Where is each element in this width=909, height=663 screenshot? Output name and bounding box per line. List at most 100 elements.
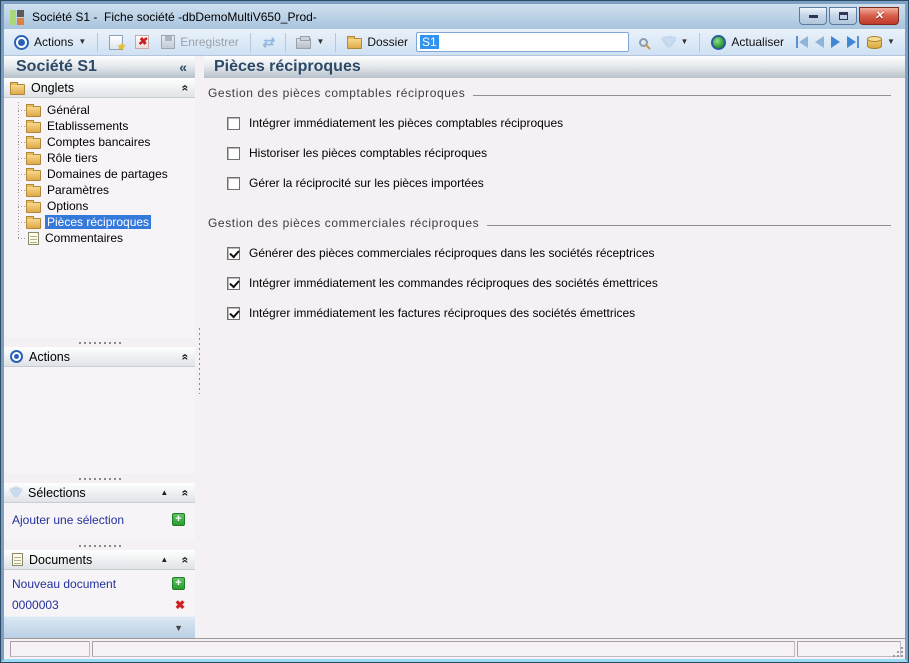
tabs-tree: Général Etablissements Comptes bancaires… bbox=[4, 98, 195, 338]
close-button[interactable]: ✕ bbox=[859, 7, 899, 25]
sidebar-item-etablissements[interactable]: Etablissements bbox=[14, 118, 195, 134]
first-record-icon bbox=[799, 36, 809, 48]
panel-onglets-label: Onglets bbox=[31, 80, 75, 95]
checkbox-gerer-reciprocite-importees[interactable] bbox=[227, 176, 240, 190]
chevron-down-icon: ▼ bbox=[680, 37, 689, 46]
panel-actions-label: Actions bbox=[29, 349, 70, 364]
next-record-button[interactable] bbox=[831, 36, 841, 48]
sidebar-item-parametres[interactable]: Paramètres bbox=[14, 182, 195, 198]
checkbox-integrer-pieces-comptables[interactable] bbox=[227, 116, 240, 130]
titlebar[interactable]: Société S1 - Fiche société -dbDemoMultiV… bbox=[4, 4, 905, 29]
folder-icon bbox=[26, 184, 41, 197]
last-record-button[interactable] bbox=[847, 36, 860, 48]
refresh-record-button[interactable]: ⇄ bbox=[258, 33, 278, 51]
database-button[interactable]: ▼ bbox=[863, 34, 899, 51]
checkbox-historiser-pieces-comptables[interactable] bbox=[227, 146, 240, 160]
sidebar-item-general[interactable]: Général bbox=[14, 102, 195, 118]
sidebar-item-role-tiers[interactable]: Rôle tiers bbox=[14, 150, 195, 166]
minimize-button[interactable] bbox=[799, 7, 827, 25]
minimize-icon bbox=[808, 14, 818, 18]
toolbar: Actions ▼ ✖ Enregistrer ⇄ ▼ Dossier S1 ▼ bbox=[4, 29, 905, 56]
sidebar-item-domaines-de-partages[interactable]: Domaines de partages bbox=[14, 166, 195, 182]
panel-drag-handle[interactable] bbox=[4, 541, 195, 550]
search-input[interactable]: S1 bbox=[416, 32, 629, 52]
sidebar: Société S1 « Onglets « Général Etablisse… bbox=[4, 56, 195, 638]
delete-document-button[interactable]: ✖ bbox=[175, 598, 185, 612]
add-selection-link[interactable]: Ajouter une sélection bbox=[12, 513, 172, 527]
delete-record-button[interactable]: ✖ bbox=[131, 33, 153, 51]
last-record-icon bbox=[847, 36, 857, 48]
actions-icon bbox=[10, 350, 23, 363]
group-divider-line bbox=[487, 224, 891, 226]
app-logo-icon bbox=[10, 9, 24, 25]
status-cell-middle bbox=[92, 641, 795, 657]
search-button[interactable] bbox=[633, 36, 654, 49]
scroll-up-icon[interactable]: ▲ bbox=[160, 488, 168, 497]
delete-icon: ✖ bbox=[135, 35, 150, 49]
panel-drag-handle[interactable] bbox=[4, 474, 195, 483]
folder-icon bbox=[26, 120, 41, 133]
checkbox-integrer-factures-reciproques[interactable] bbox=[227, 306, 240, 320]
folder-open-icon bbox=[26, 216, 41, 229]
restore-button[interactable] bbox=[829, 7, 857, 25]
actions-menu-label: Actions bbox=[34, 35, 74, 49]
collapse-panel-icon[interactable]: « bbox=[179, 353, 193, 360]
panel-header-actions[interactable]: Actions « bbox=[4, 347, 195, 367]
new-record-icon bbox=[109, 34, 125, 53]
group-comptables: Gestion des pièces comptables réciproque… bbox=[208, 86, 895, 100]
toolbar-separator bbox=[335, 32, 337, 52]
sidebar-collapse-button[interactable]: « bbox=[179, 59, 187, 75]
first-record-button[interactable] bbox=[796, 36, 809, 48]
checkbox-row: Générer des pièces commerciales réciproq… bbox=[227, 246, 895, 260]
filter-button[interactable]: ▼ bbox=[658, 36, 693, 49]
sidebar-item-pieces-reciproques[interactable]: Pièces réciproques bbox=[14, 214, 195, 230]
panel-documents-label: Documents bbox=[29, 552, 93, 567]
resize-grip[interactable] bbox=[894, 648, 904, 658]
add-selection-button[interactable]: + bbox=[172, 513, 185, 526]
new-record-button[interactable] bbox=[105, 33, 127, 53]
print-button[interactable]: ▼ bbox=[292, 34, 328, 51]
sidebar-item-options[interactable]: Options bbox=[14, 198, 195, 214]
folder-icon bbox=[26, 168, 41, 181]
group-commerciales: Gestion des pièces commerciales réciproq… bbox=[208, 216, 895, 230]
checkbox-generer-pieces-commerciales[interactable] bbox=[227, 246, 240, 260]
database-icon bbox=[867, 35, 883, 49]
filter-icon bbox=[661, 36, 676, 47]
main-content: Gestion des pièces comptables réciproque… bbox=[204, 78, 905, 638]
panel-header-selections[interactable]: Sélections ▲ « bbox=[4, 483, 195, 503]
actualiser-button-label: Actualiser bbox=[731, 35, 785, 49]
chevron-down-icon: ▼ bbox=[316, 37, 325, 46]
collapse-panel-icon[interactable]: « bbox=[179, 489, 193, 496]
document-icon bbox=[28, 231, 39, 245]
printer-icon bbox=[296, 35, 312, 49]
checkbox-row: Historiser les pièces comptables récipro… bbox=[227, 146, 895, 160]
scroll-up-icon[interactable]: ▲ bbox=[160, 555, 168, 564]
dossier-button[interactable]: Dossier bbox=[343, 33, 412, 51]
add-document-button[interactable]: + bbox=[172, 577, 185, 590]
sidebar-item-comptes-bancaires[interactable]: Comptes bancaires bbox=[14, 134, 195, 150]
collapse-panel-icon[interactable]: « bbox=[179, 84, 193, 91]
panel-header-onglets[interactable]: Onglets « bbox=[4, 78, 195, 98]
actualiser-button[interactable]: Actualiser bbox=[707, 33, 788, 52]
previous-record-button[interactable] bbox=[815, 36, 825, 48]
checkbox-integrer-commandes-reciproques[interactable] bbox=[227, 276, 240, 290]
new-document-link[interactable]: Nouveau document bbox=[12, 577, 172, 591]
panel-drag-handle[interactable] bbox=[4, 338, 195, 347]
filter-icon bbox=[10, 486, 22, 497]
sidebar-item-commentaires[interactable]: Commentaires bbox=[14, 230, 195, 246]
checkbox-row: Intégrer immédiatement les factures réci… bbox=[227, 306, 895, 320]
sidebar-footer[interactable]: ▼ bbox=[4, 616, 195, 638]
actions-menu-button[interactable]: Actions ▼ bbox=[10, 33, 90, 52]
last-record-icon bbox=[857, 36, 860, 48]
folder-icon bbox=[26, 200, 41, 213]
document-item-link[interactable]: 0000003 bbox=[12, 598, 175, 612]
folder-icon bbox=[26, 152, 41, 165]
next-record-icon bbox=[831, 36, 841, 48]
save-button[interactable]: Enregistrer bbox=[157, 33, 243, 51]
toolbar-separator bbox=[97, 32, 99, 52]
toolbar-separator bbox=[249, 32, 251, 52]
document-icon bbox=[12, 553, 23, 566]
panel-header-documents[interactable]: Documents ▲ « bbox=[4, 550, 195, 570]
sidebar-splitter[interactable] bbox=[195, 56, 204, 638]
collapse-panel-icon[interactable]: « bbox=[179, 556, 193, 563]
